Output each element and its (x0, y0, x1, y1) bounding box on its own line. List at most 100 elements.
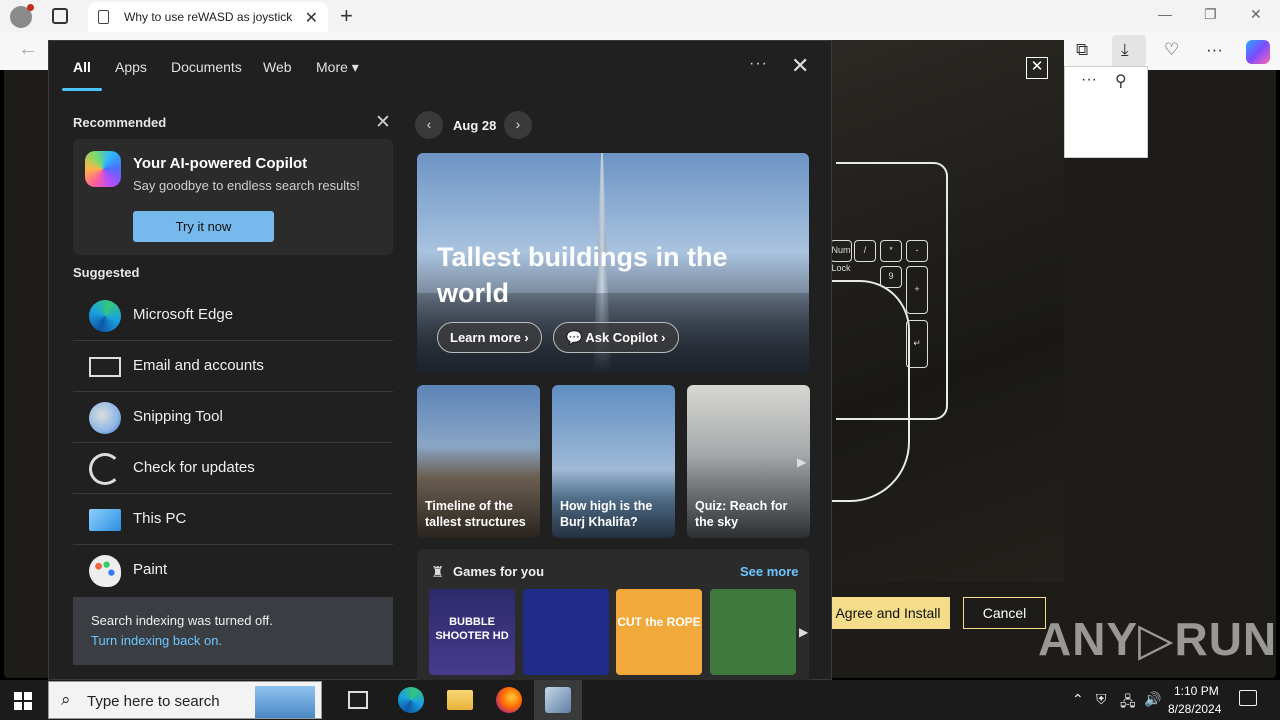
games-section: ♜ Games for you See more BUBBLE SHOOTER … (417, 549, 809, 681)
suggested-item-label: Microsoft Edge (133, 306, 234, 323)
mail-icon (89, 357, 121, 377)
minimize-button[interactable]: — (1158, 6, 1172, 22)
more-options-icon[interactable]: ··· (1081, 71, 1097, 89)
game-block-puzzle[interactable] (523, 589, 609, 675)
new-tab-button[interactable]: + (340, 3, 353, 29)
dialog-close-button[interactable]: ✕ (1026, 57, 1048, 79)
card-quiz[interactable]: Quiz: Reach for the sky (687, 385, 810, 538)
file-explorer-icon[interactable] (447, 690, 473, 710)
tab-more[interactable]: More ▾ (316, 59, 359, 76)
game-mahjong[interactable] (710, 589, 796, 675)
copilot-subtitle: Say goodbye to endless search results! (133, 178, 360, 193)
hero-title: Tallest buildings in the world (437, 242, 728, 308)
panel-more-icon[interactable]: ··· (749, 55, 768, 73)
agree-install-button[interactable]: Agree and Install (826, 597, 950, 629)
suggested-item-label: Paint (133, 561, 168, 578)
suggested-item-this-pc[interactable]: This PC (73, 495, 393, 545)
browser-essentials-icon[interactable]: ♡ (1164, 40, 1179, 60)
collections-icon[interactable]: ⧉ (1076, 40, 1088, 60)
suggested-item-paint[interactable]: Paint (73, 546, 393, 596)
game-title: CUT the ROPE (617, 615, 701, 629)
previous-date-button[interactable]: ‹ (415, 111, 443, 139)
game-bubble-shooter[interactable]: BUBBLE SHOOTER HD (429, 589, 515, 675)
suggested-heading: Suggested (73, 265, 140, 280)
refresh-icon (89, 453, 121, 485)
card-burj-khalifa[interactable]: How high is the Burj Khalifa? (552, 385, 675, 538)
copilot-logo-icon (85, 151, 121, 187)
cancel-button[interactable]: Cancel (963, 597, 1046, 629)
card-timeline[interactable]: Timeline of the tallest structures (417, 385, 540, 538)
suggested-item-label: Email and accounts (133, 357, 264, 374)
panel-close-icon[interactable]: ✕ (791, 53, 809, 79)
active-tab-indicator (62, 88, 102, 91)
suggested-item-label: Snipping Tool (133, 408, 223, 425)
date-label: Aug 28 (453, 118, 497, 133)
try-it-now-button[interactable]: Try it now (133, 211, 274, 242)
windows-start-icon[interactable] (14, 692, 32, 710)
task-view-icon[interactable] (348, 691, 368, 709)
card-caption: Timeline of the tallest structures (425, 499, 526, 529)
see-more-link[interactable]: See more (740, 564, 799, 579)
clock-date[interactable]: 8/28/2024 (1168, 702, 1221, 716)
taskbar-search-box[interactable]: ⌕ Type here to search (48, 681, 322, 719)
page-document-icon (98, 10, 109, 24)
key-minus: - (906, 240, 928, 262)
copilot-sidebar-icon[interactable] (1246, 40, 1270, 64)
tab-web[interactable]: Web (263, 59, 292, 75)
turn-indexing-on-link[interactable]: Turn indexing back on. (91, 633, 222, 648)
windows-search-panel: All Apps Documents Web More ▾ ··· ✕ Reco… (48, 40, 832, 681)
restore-button[interactable]: ❐ (1204, 6, 1217, 23)
tray-overflow-icon[interactable]: ⌃ (1072, 691, 1084, 708)
download-icon: ⤓ (1121, 40, 1129, 59)
security-icon[interactable]: ⛨ (1096, 691, 1107, 708)
ask-copilot-label: Ask Copilot (585, 330, 658, 345)
tab-all[interactable]: All (73, 59, 91, 75)
key-asterisk: * (880, 240, 902, 262)
next-date-button[interactable]: › (504, 111, 532, 139)
suggested-item-label: This PC (133, 510, 187, 527)
games-next-icon[interactable]: ▶ (799, 625, 808, 639)
profile-avatar-icon[interactable] (10, 4, 34, 28)
key-plus: + (906, 266, 928, 314)
mouse-illustration (830, 280, 910, 502)
key-nine: 9 (880, 266, 902, 288)
window-close-button[interactable]: ✕ (1250, 6, 1262, 23)
edge-taskbar-icon[interactable] (398, 687, 424, 713)
watermark-logo: ANY▷RUN (1038, 613, 1278, 665)
recommended-heading: Recommended (73, 115, 167, 130)
browser-tab[interactable]: Why to use reWASD as joystick m ✕ (88, 2, 328, 32)
notifications-icon[interactable] (1239, 690, 1257, 706)
suggested-item-updates[interactable]: Check for updates (73, 444, 393, 494)
pin-icon[interactable]: ⚲ (1115, 71, 1127, 91)
search-icon: ⌕ (61, 690, 71, 709)
suggested-item-snipping[interactable]: Snipping Tool (73, 393, 393, 443)
tab-documents[interactable]: Documents (171, 59, 242, 75)
suggested-item-email[interactable]: Email and accounts (73, 342, 393, 392)
rewasd-installer-icon[interactable] (545, 687, 571, 713)
hero-card[interactable]: Tallest buildings in the world Learn mor… (417, 153, 809, 373)
tab-close-icon[interactable]: ✕ (305, 8, 318, 28)
firefox-icon[interactable] (496, 687, 522, 713)
learn-more-button[interactable]: Learn more › (437, 322, 542, 353)
ask-copilot-button[interactable]: 💬 Ask Copilot › (553, 322, 679, 353)
volume-icon[interactable]: 🔊 (1144, 691, 1161, 708)
dismiss-recommended-icon[interactable]: ✕ (375, 111, 391, 134)
suggested-item-label: Check for updates (133, 459, 255, 476)
tab-apps[interactable]: Apps (115, 59, 147, 75)
back-arrow-icon[interactable]: ← (18, 38, 38, 61)
cards-next-icon[interactable]: ▶ (797, 455, 806, 469)
clock-time[interactable]: 1:10 PM (1174, 684, 1219, 698)
settings-more-icon[interactable]: ··· (1206, 40, 1223, 60)
suggested-item-edge[interactable]: Microsoft Edge (73, 291, 393, 341)
game-cut-the-rope[interactable]: CUT the ROPE (616, 589, 702, 675)
snipping-tool-icon (89, 402, 121, 434)
paint-icon (89, 555, 121, 587)
copilot-promo-card: Your AI-powered Copilot Say goodbye to e… (73, 139, 393, 255)
downloads-button[interactable]: ⤓ (1112, 35, 1146, 67)
network-icon[interactable]: 🖧 (1120, 691, 1136, 715)
key-enter: ↵ (906, 320, 928, 368)
tab-title: Why to use reWASD as joystick m (124, 10, 296, 24)
tab-actions-icon[interactable] (52, 8, 68, 24)
card-caption: Quiz: Reach for the sky (695, 499, 788, 529)
games-title: Games for you (453, 564, 545, 579)
